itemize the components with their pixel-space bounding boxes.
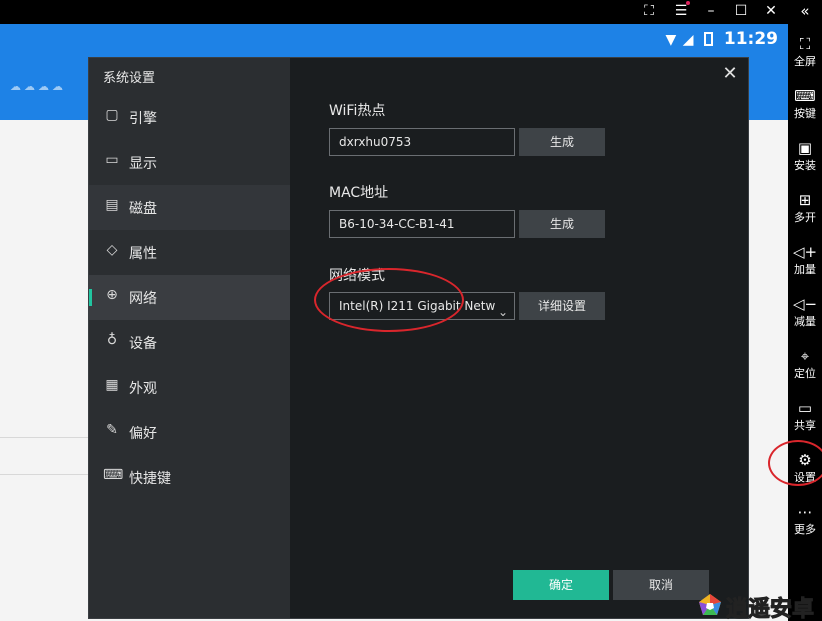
nav-item-shortcuts[interactable]: ⌨ 快捷键	[89, 455, 290, 500]
settings-sidebar: 系统设置 ▢ 引擎 ▭ 显示 ▤ 磁盘 ◇ 属性 ⊕ 网络 ♁ 设备 ▦ 外观 …	[89, 58, 290, 618]
menu-icon[interactable]: ☰	[668, 0, 694, 24]
emulator-window: ⛶ ☰ – ☐ ✕ ▼ ◢ 11:29 ☁☁☁☁ « ⛶ 全屏 ⌨ 按键 ▣ 安…	[0, 0, 822, 621]
volume-down-icon: ◁−	[792, 295, 818, 313]
divider	[0, 437, 90, 438]
battery-icon	[704, 32, 713, 46]
nav-item-display[interactable]: ▭ 显示	[89, 140, 290, 185]
xiaoyao-logo-icon	[699, 594, 721, 615]
status-icons: ▼ ◢	[666, 32, 713, 48]
nav-item-disk[interactable]: ▤ 磁盘	[89, 185, 290, 230]
screenshot-icon[interactable]: ⛶	[636, 0, 662, 24]
system-settings-dialog: 系统设置 ▢ 引擎 ▭ 显示 ▤ 磁盘 ◇ 属性 ⊕ 网络 ♁ 设备 ▦ 外观 …	[88, 57, 749, 619]
nav-item-appearance[interactable]: ▦ 外观	[89, 365, 290, 410]
toolbar-location[interactable]: ⌖ 定位	[788, 346, 822, 381]
microphone-icon: ♁	[106, 332, 118, 348]
apk-icon: ▣	[797, 139, 813, 157]
monitor-icon: ▭	[105, 152, 119, 168]
toolbar-volume-up[interactable]: ◁+ 加量	[788, 242, 822, 277]
right-toolbar: « ⛶ 全屏 ⌨ 按键 ▣ 安装 ⊞ 多开 ◁+ 加量 ◁− 减量 ⌖ 定位 ▭…	[788, 0, 822, 621]
cancel-button[interactable]: 取消	[613, 570, 709, 600]
background-app-icons: ☁☁☁☁	[10, 80, 66, 93]
dialog-title: 系统设置	[103, 71, 156, 86]
nav-item-properties[interactable]: ◇ 属性	[89, 230, 290, 275]
toolbar-more[interactable]: ⋯ 更多	[788, 502, 822, 537]
globe-icon: ⊕	[106, 287, 118, 303]
nav-item-device[interactable]: ♁ 设备	[89, 320, 290, 365]
toolbar-fullscreen[interactable]: ⛶ 全屏	[788, 34, 822, 69]
mac-generate-button[interactable]: 生成	[519, 210, 605, 238]
keyboard-icon: ⌨	[103, 467, 124, 483]
toolbar-multi-instance[interactable]: ⊞ 多开	[788, 190, 822, 225]
wrench-icon: ✎	[106, 422, 118, 438]
watermark-text: 逍遥安卓	[725, 597, 815, 621]
maximize-icon[interactable]: ☐	[728, 0, 754, 24]
collapse-icon[interactable]: «	[788, 0, 822, 24]
mac-address-label: MAC地址	[329, 185, 389, 201]
annotation-circle-network	[314, 268, 464, 332]
chevron-down-icon: ⌄	[497, 305, 508, 319]
annotation-circle-settings	[768, 440, 822, 486]
chip-icon: ▢	[105, 107, 119, 123]
wifi-generate-button[interactable]: 生成	[519, 128, 605, 156]
ok-button[interactable]: 确定	[513, 570, 609, 600]
close-icon[interactable]: ✕	[758, 0, 784, 24]
window-titlebar: ⛶ ☰ – ☐ ✕	[0, 0, 788, 24]
toolbar-keymap[interactable]: ⌨ 按键	[788, 86, 822, 121]
disk-icon: ▤	[105, 197, 119, 213]
notification-dot	[686, 1, 690, 5]
status-time: 11:29	[723, 29, 778, 49]
nav-item-preferences[interactable]: ✎ 偏好	[89, 410, 290, 455]
tag-icon: ◇	[106, 242, 118, 258]
toolbar-install-apk[interactable]: ▣ 安装	[788, 138, 822, 173]
network-detail-settings-button[interactable]: 详细设置	[519, 292, 605, 320]
wifi-hotspot-label: WiFi热点	[329, 103, 386, 119]
window-icon: ▦	[105, 377, 119, 393]
nav-item-network[interactable]: ⊕ 网络	[89, 275, 290, 320]
active-indicator	[89, 289, 92, 306]
volume-up-icon: ◁+	[792, 243, 818, 261]
signal-icon: ◢	[682, 32, 694, 48]
fullscreen-icon: ⛶	[799, 35, 811, 53]
folder-icon: ▭	[797, 399, 813, 417]
toolbar-share-folder[interactable]: ▭ 共享	[788, 398, 822, 433]
keyboard-icon: ⌨	[794, 87, 816, 105]
mac-address-input[interactable]: B6-10-34-CC-B1-41	[329, 210, 515, 238]
minimize-icon[interactable]: –	[698, 0, 724, 24]
nav-item-engine[interactable]: ▢ 引擎	[89, 95, 290, 140]
wifi-icon: ▼	[665, 32, 677, 48]
divider	[0, 474, 90, 475]
toolbar-volume-down[interactable]: ◁− 减量	[788, 294, 822, 329]
dialog-close-icon[interactable]: ✕	[720, 64, 740, 84]
more-icon: ⋯	[797, 503, 813, 521]
multi-window-icon: ⊞	[798, 191, 812, 209]
location-pin-icon: ⌖	[800, 347, 810, 365]
wifi-hotspot-input[interactable]: dxrxhu0753	[329, 128, 515, 156]
